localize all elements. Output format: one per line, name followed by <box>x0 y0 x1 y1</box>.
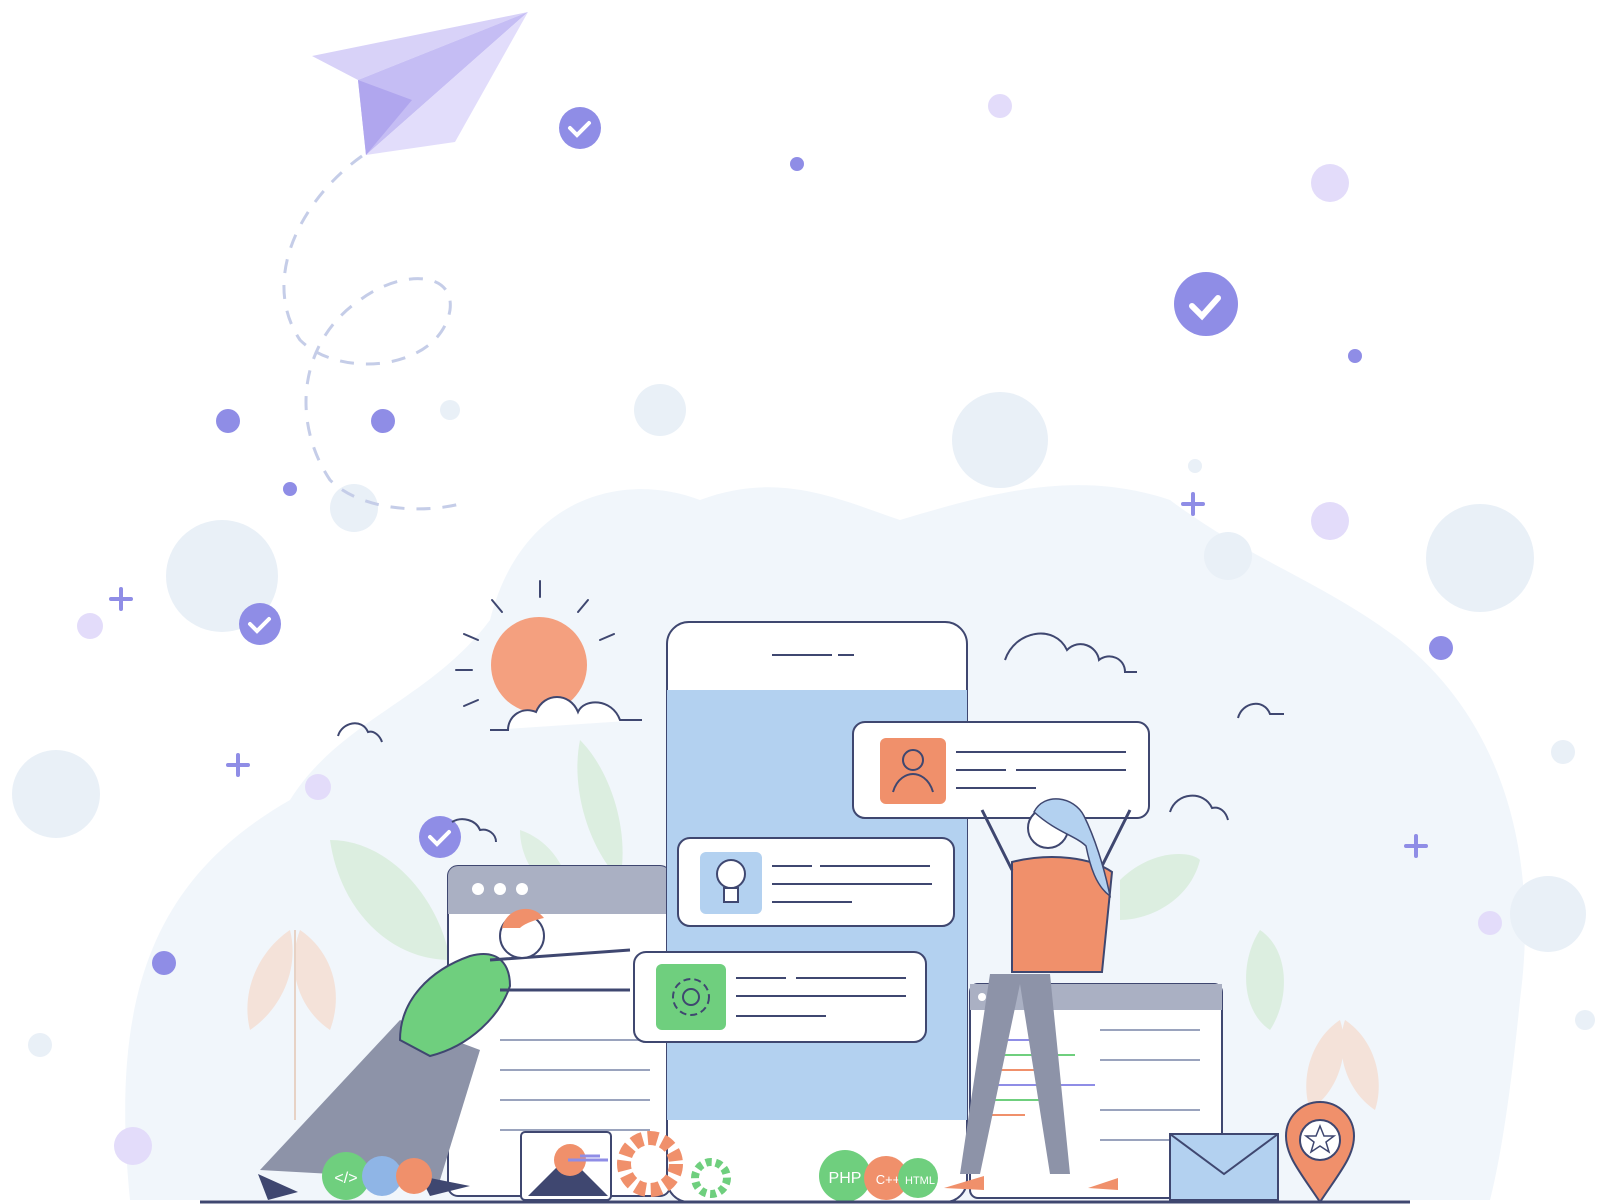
check-icon <box>559 107 601 149</box>
profile-card <box>852 721 1150 819</box>
plane-dashed-trail <box>282 154 461 511</box>
cpp-badge-label: C++ <box>876 1172 901 1187</box>
lightbulb-icon <box>700 852 762 914</box>
envelope-icon <box>1169 1133 1279 1201</box>
gear-icon <box>656 964 726 1030</box>
idea-card <box>677 837 955 927</box>
php-badge-label: PHP <box>829 1170 862 1187</box>
paper-plane-icon <box>312 12 528 155</box>
check-icon <box>419 816 461 858</box>
code-badge-label: </> <box>334 1170 357 1187</box>
illustration-canvas: </> PHP C++ HTML <box>12 12 1595 1204</box>
code-badge: </> <box>322 1152 432 1200</box>
user-icon <box>880 738 946 804</box>
check-icon <box>239 603 281 645</box>
settings-card <box>633 951 927 1043</box>
image-icon <box>520 1131 612 1201</box>
html-badge-label: HTML <box>905 1175 935 1187</box>
check-icon <box>1174 272 1238 336</box>
